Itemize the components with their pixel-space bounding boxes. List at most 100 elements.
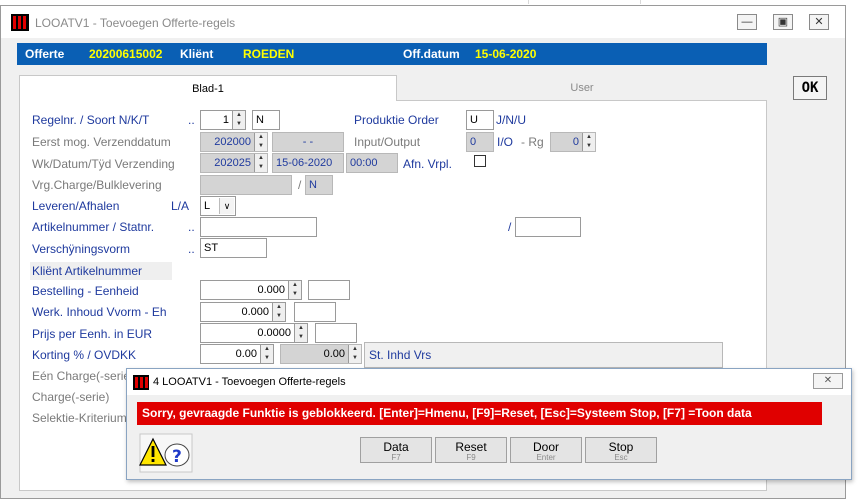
klient-value: ROEDEN bbox=[243, 47, 295, 61]
produktie-input[interactable]: U bbox=[466, 110, 494, 130]
verschijning-input[interactable]: ST bbox=[200, 238, 267, 258]
data-button[interactable]: Data F7 bbox=[360, 437, 432, 463]
bestelling-label: Bestelling - Eenheid bbox=[32, 284, 139, 298]
background-divider bbox=[640, 0, 641, 4]
minimize-icon[interactable]: — bbox=[737, 14, 757, 30]
eenheid-input[interactable] bbox=[308, 280, 350, 300]
tab-blad-1[interactable]: Blad-1 bbox=[19, 75, 397, 101]
vrg-label: Vrg.Charge/Bulklevering bbox=[32, 178, 162, 192]
offdatum-label: Off.datum bbox=[403, 47, 460, 61]
app-icon bbox=[133, 375, 149, 390]
door-button-label: Door bbox=[532, 440, 559, 454]
werk-stepper[interactable]: 0.000 ▲ ▼ bbox=[200, 302, 286, 322]
klient-label: Kliënt bbox=[180, 47, 214, 61]
io-label: I/O bbox=[497, 135, 514, 149]
regelnr-label: Regelnr. / Soort N/K/T bbox=[32, 113, 150, 127]
prijs-stepper[interactable]: 0.0000 ▲ ▼ bbox=[200, 323, 308, 343]
eerst-week-stepper[interactable]: 202000 ▲ ▼ bbox=[200, 132, 268, 152]
wk-time-field: 00:00 bbox=[346, 153, 398, 173]
data-button-key: F7 bbox=[391, 453, 401, 462]
vrg-value-field: N bbox=[305, 175, 333, 195]
vrg-field bbox=[200, 175, 292, 195]
artikel-label: Artikelnummer / Statnr. bbox=[32, 220, 155, 234]
eerst-date-field: - - bbox=[272, 132, 344, 152]
korting-pct-stepper[interactable]: 0.00 ▲ ▼ bbox=[200, 344, 274, 364]
stop-button[interactable]: Stop Esc bbox=[585, 437, 657, 463]
vrg-slash: / bbox=[298, 178, 302, 192]
prijs-label: Prijs per Eenh. in EUR bbox=[32, 327, 153, 341]
spin-icon[interactable]: ▲ ▼ bbox=[348, 345, 361, 363]
prijs-extra-input[interactable] bbox=[315, 323, 357, 343]
spin-icon[interactable]: ▲ ▼ bbox=[288, 281, 301, 299]
reset-button[interactable]: Reset F9 bbox=[435, 437, 507, 463]
spin-icon[interactable]: ▲ ▼ bbox=[254, 133, 267, 151]
wk-week-stepper[interactable]: 202025 ▲ ▼ bbox=[200, 153, 268, 173]
soort-input[interactable]: N bbox=[252, 110, 280, 130]
warning-help-icon: ? bbox=[139, 433, 193, 473]
korting-label: Korting % / OVDKK bbox=[32, 348, 137, 362]
leveren-value: L bbox=[204, 200, 211, 212]
charge-label: Charge(-serie) bbox=[32, 390, 110, 404]
spin-icon[interactable]: ▲ ▼ bbox=[582, 133, 595, 151]
door-button-key: Enter bbox=[536, 453, 556, 462]
rg-stepper[interactable]: 0 ▲ ▼ bbox=[550, 132, 596, 152]
la-label: L/A bbox=[171, 199, 190, 213]
leveren-select[interactable]: L ∨ bbox=[200, 196, 236, 216]
chevron-down-icon[interactable]: ∨ bbox=[219, 198, 234, 214]
close-icon[interactable]: ✕ bbox=[809, 14, 829, 30]
statnr-input[interactable] bbox=[515, 217, 581, 237]
wk-date-field: 15-06-2020 bbox=[272, 153, 344, 173]
inout-field: 0 bbox=[466, 132, 494, 152]
dialog-title-bar: 4 LOOATV1 - Toevoegen Offerte-regels ✕ bbox=[127, 369, 851, 395]
leveren-label: Leveren/Afhalen bbox=[32, 199, 120, 213]
artikel-input[interactable] bbox=[200, 217, 317, 237]
offdatum-value: 15-06-2020 bbox=[475, 47, 537, 61]
artikel-dots: .. bbox=[188, 220, 195, 234]
offerte-value: 20200615002 bbox=[89, 47, 163, 61]
afn-label: Afn. Vrpl. bbox=[403, 157, 452, 171]
eerst-label: Eerst mog. Verzenddatum bbox=[32, 135, 171, 149]
background-divider bbox=[528, 0, 529, 4]
korting-ovdkk-stepper[interactable]: 0.00 ▲ ▼ bbox=[280, 344, 362, 364]
spin-icon[interactable]: ▲ ▼ bbox=[272, 303, 285, 321]
bestelling-stepper[interactable]: 0.000 ▲ ▼ bbox=[200, 280, 302, 300]
reset-button-key: F9 bbox=[466, 453, 476, 462]
verschijning-dots: .. bbox=[188, 242, 195, 256]
svg-text:?: ? bbox=[172, 447, 182, 467]
regelnr-dots: .. bbox=[188, 113, 195, 127]
een-charge-label: Eén Charge(-serie bbox=[32, 369, 131, 383]
regelnr-stepper[interactable]: 1 ▲ ▼ bbox=[200, 110, 246, 130]
rg-label: - Rg bbox=[521, 135, 544, 149]
stop-button-key: Esc bbox=[614, 453, 628, 462]
title-bar: LOOATV1 - Toevoegen Offerte-regels — ▣ ✕ bbox=[1, 6, 845, 38]
error-message: Sorry, gevraagde Funktie is geblokkeerd.… bbox=[137, 402, 822, 425]
blocked-dialog: 4 LOOATV1 - Toevoegen Offerte-regels ✕ S… bbox=[126, 368, 852, 480]
spin-icon[interactable]: ▲ ▼ bbox=[294, 324, 307, 342]
dialog-title: 4 LOOATV1 - Toevoegen Offerte-regels bbox=[153, 376, 346, 388]
stop-button-label: Stop bbox=[608, 440, 634, 454]
werk-eh-input[interactable] bbox=[294, 302, 336, 322]
st-inhd-label: St. Inhd Vrs bbox=[369, 348, 432, 362]
produktie-label: Produktie Order bbox=[354, 113, 439, 127]
spin-icon[interactable]: ▲ ▼ bbox=[260, 345, 273, 363]
produktie-options: J/N/U bbox=[496, 113, 526, 127]
afn-checkbox[interactable] bbox=[474, 155, 486, 167]
verschijning-label: Verschÿningsvorm bbox=[32, 242, 131, 256]
ok-button[interactable]: OK bbox=[793, 76, 827, 100]
door-button[interactable]: Door Enter bbox=[510, 437, 582, 463]
wk-label: Wk/Datum/Tÿd Verzending bbox=[32, 157, 175, 171]
artikel-slash: / bbox=[508, 220, 512, 234]
werk-label: Werk. Inhoud Vvorm - Eh bbox=[32, 305, 167, 319]
close-icon[interactable]: ✕ bbox=[813, 373, 843, 389]
spin-icon[interactable]: ▲ ▼ bbox=[254, 154, 267, 172]
klient-artikel-label: Kliënt Artikelnummer bbox=[30, 262, 172, 280]
window-title: LOOATV1 - Toevoegen Offerte-regels bbox=[35, 16, 236, 30]
offerte-header: Offerte 20200615002 Kliënt ROEDEN Off.da… bbox=[17, 43, 767, 65]
app-icon bbox=[11, 14, 29, 31]
data-button-label: Data bbox=[383, 440, 409, 454]
offerte-label: Offerte bbox=[25, 47, 65, 61]
reset-button-label: Reset bbox=[455, 440, 487, 454]
tab-user[interactable]: User bbox=[397, 75, 767, 101]
maximize-icon[interactable]: ▣ bbox=[773, 14, 793, 30]
spin-icon[interactable]: ▲ ▼ bbox=[232, 111, 245, 129]
